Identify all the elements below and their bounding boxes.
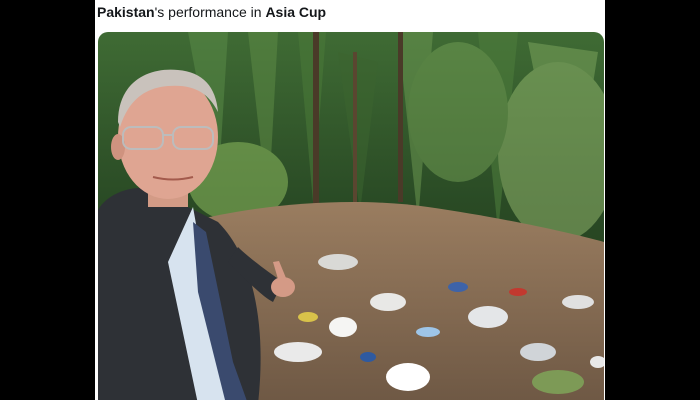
caption-event[interactable]: Asia Cup	[265, 4, 326, 20]
tweet-caption: Pakistan's performance in Asia Cup	[97, 3, 602, 21]
tweet-photo[interactable]	[98, 32, 604, 400]
pointing-hand	[271, 277, 295, 297]
photo-illustration	[98, 32, 604, 400]
caption-country[interactable]: Pakistan	[97, 4, 155, 20]
tweet-card: Pakistan's performance in Asia Cup	[95, 0, 605, 400]
caption-text: 's performance in	[154, 4, 266, 20]
